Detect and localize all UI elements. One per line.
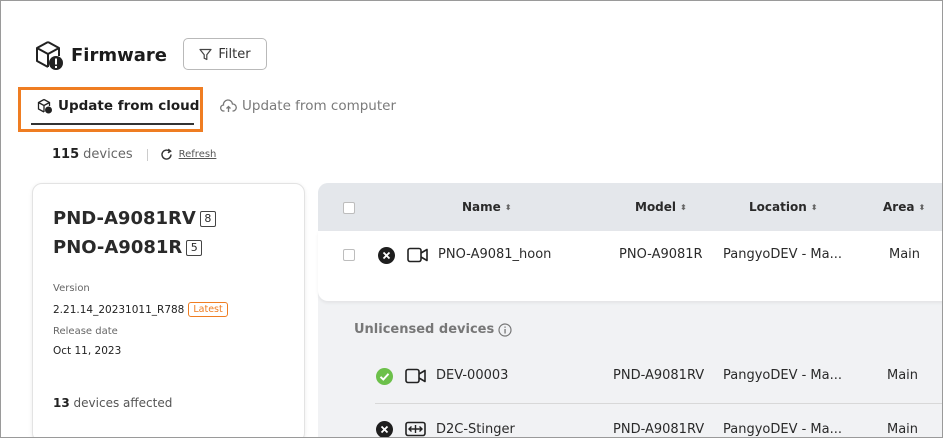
table-row[interactable]: D2C-Stinger PND-A9081RV PangyoDEV - Ma..… [318,415,942,437]
table-header: Name ⬍ Model ⬍ Location ⬍ Area ⬍ [318,183,942,231]
device-count: 115 [52,147,80,162]
column-header-name[interactable]: Name ⬍ [462,200,512,214]
page-title: Firmware [71,44,167,66]
sort-icon: ⬍ [810,202,818,212]
release-date-label: Release date [53,326,118,337]
column-header-location[interactable]: Location ⬍ [749,200,817,214]
device-area: Main [887,422,919,437]
divider [146,148,148,161]
release-date-value: Oct 11, 2023 [53,345,122,357]
row-checkbox[interactable] [343,249,355,261]
unlicensed-devices-heading: Unlicensed devices [354,322,512,337]
page-header: Firmware [35,39,167,71]
device-count-unit: devices [83,147,133,162]
latest-badge: Latest [188,302,228,317]
table-row[interactable]: PNO-A9081_hoon PNO-A9081R PangyoDEV - Ma… [318,231,942,301]
tab-label: Update from cloud [58,98,200,114]
refresh-icon [160,148,172,160]
model-count-badge: 5 [186,239,203,256]
error-status-icon [376,421,393,437]
devices-affected: 13 devices affected [53,396,172,410]
device-model: PND-A9081RV [613,368,705,383]
camera-icon [405,368,426,388]
model-name: PNO-A9081R [53,237,183,258]
device-table: Name ⬍ Model ⬍ Location ⬍ Area ⬍ PNO-A90… [318,183,942,437]
device-location: PangyoDEV - Ma... [723,368,843,383]
table-row[interactable]: DEV-00003 PND-A9081RV PangyoDEV - Ma... … [318,363,942,403]
column-label: Name [462,200,501,214]
stretch-icon [405,421,426,437]
active-tab-indicator [31,123,194,125]
column-label: Location [749,200,807,214]
filter-button-label: Filter [218,46,251,62]
filter-icon [199,48,212,60]
model-name: PND-A9081RV [53,208,196,229]
sort-icon: ⬍ [918,202,926,212]
select-all-checkbox[interactable] [343,202,355,214]
device-model: PND-A9081RV [613,422,705,437]
cloud-box-icon [37,98,52,114]
refresh-label: Refresh [178,149,217,160]
device-location: PangyoDEV - Ma... [723,422,843,437]
version-value-row: 2.21.14_20231011_R788 Latest [53,302,228,317]
filter-button[interactable]: Filter [183,38,267,70]
model-count-badge: 8 [199,210,216,227]
tab-update-from-cloud[interactable]: Update from cloud [37,98,199,114]
device-name: PNO-A9081_hoon [438,247,552,262]
model-entry: PNO-A9081R 5 [53,237,203,258]
device-location: PangyoDEV - Ma... [723,247,843,262]
device-count-bar: 115 devices Refresh [52,147,216,162]
column-label: Area [883,200,915,214]
firmware-card[interactable]: PND-A9081RV 8 PNO-A9081R 5 Version 2.21.… [32,183,305,437]
error-status-icon [378,247,395,268]
firmware-box-icon [35,39,63,71]
device-area: Main [889,247,921,262]
device-name: D2C-Stinger [436,422,515,437]
affected-count: 13 [53,396,70,410]
sort-icon: ⬍ [680,202,687,212]
tab-update-from-computer[interactable]: Update from computer [220,98,396,114]
refresh-link[interactable]: Refresh [160,148,217,161]
column-header-area[interactable]: Area ⬍ [883,200,925,214]
info-icon[interactable] [498,322,512,337]
sort-icon: ⬍ [504,202,512,212]
firmware-window: Firmware Filter Update from cloud Update… [0,0,943,438]
camera-icon [407,247,428,267]
ok-status-icon [376,368,393,389]
column-label: Model [635,200,677,214]
row-divider [375,403,942,404]
version-label: Version [53,283,90,294]
version-value: 2.21.14_20231011_R788 [53,303,185,316]
affected-text: devices affected [73,396,173,410]
device-name: DEV-00003 [436,368,509,383]
unlicensed-title: Unlicensed devices [354,322,495,337]
model-entry: PND-A9081RV 8 [53,208,216,229]
cloud-upload-icon [220,99,237,112]
device-model: PNO-A9081R [619,247,703,262]
tab-label: Update from computer [242,98,396,114]
device-area: Main [887,368,919,383]
column-header-model[interactable]: Model ⬍ [635,200,687,214]
